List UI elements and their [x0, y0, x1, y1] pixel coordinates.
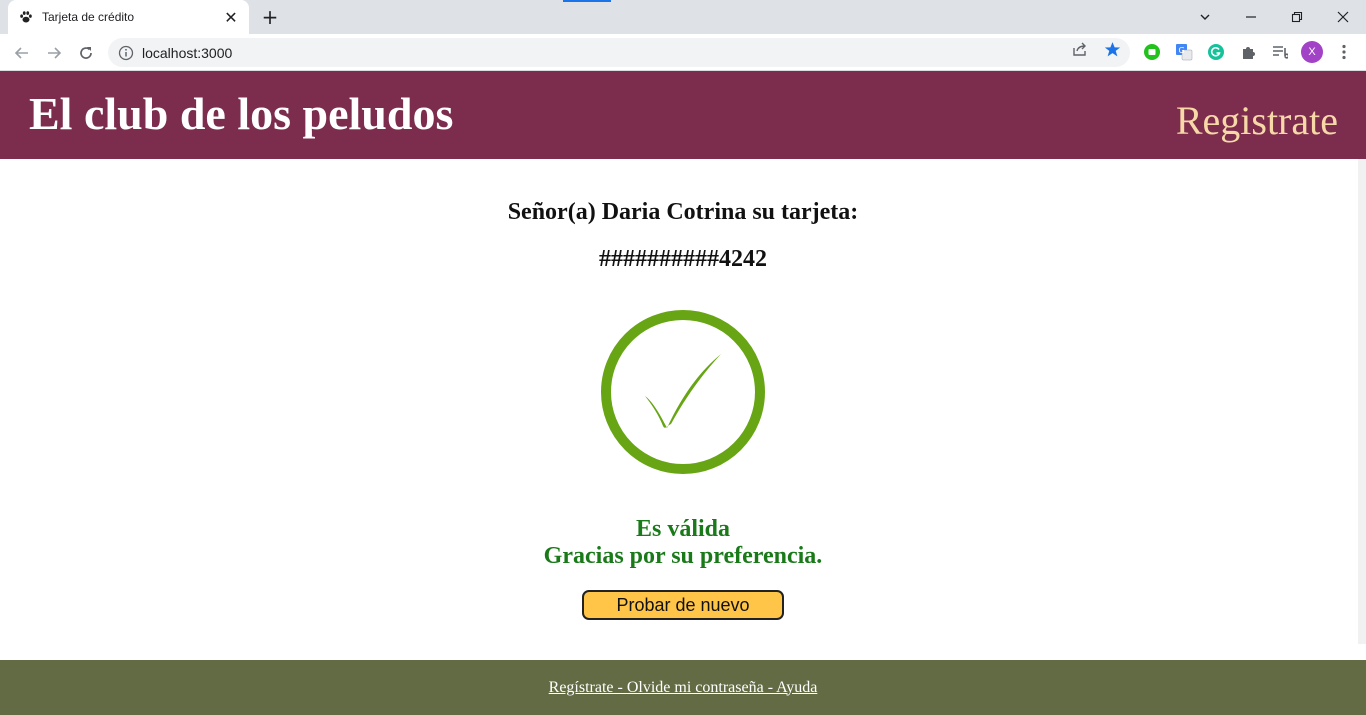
back-icon[interactable]	[8, 39, 36, 67]
browser-tab[interactable]: Tarjeta de crédito ✕	[8, 0, 249, 34]
browser-tabstrip: Tarjeta de crédito ✕ +	[0, 0, 1366, 34]
close-window-button[interactable]	[1320, 0, 1366, 34]
site-info-icon[interactable]	[118, 45, 134, 61]
check-circle-icon	[599, 308, 767, 476]
svg-text:G: G	[1179, 46, 1185, 55]
tab-search-icon[interactable]	[1182, 0, 1228, 34]
site-title: El club de los peludos	[29, 88, 454, 139]
retry-button[interactable]: Probar de nuevo	[582, 590, 784, 620]
share-icon[interactable]	[1071, 40, 1089, 58]
extension-green-icon[interactable]	[1142, 42, 1162, 62]
tab-indicator	[563, 0, 611, 2]
cardholder-greeting: Señor(a) Daria Cotrina su tarjeta:	[507, 199, 859, 225]
menu-kebab-icon[interactable]	[1334, 42, 1354, 62]
paw-icon	[18, 9, 34, 25]
reading-list-icon[interactable]	[1270, 42, 1290, 62]
reload-icon[interactable]	[72, 39, 100, 67]
grammarly-icon[interactable]	[1206, 42, 1226, 62]
register-link[interactable]: Registrate	[1176, 97, 1338, 144]
address-bar[interactable]: localhost:3000	[108, 38, 1130, 67]
browser-toolbar: localhost:3000 G X	[0, 34, 1366, 71]
minimize-button[interactable]	[1228, 0, 1274, 34]
valid-text: Es válida	[635, 516, 731, 542]
translate-icon[interactable]: G	[1174, 42, 1194, 62]
masked-card-number: ##########4242	[599, 246, 767, 272]
validation-message: Es válida Gracias por su preferencia.	[0, 516, 1366, 570]
bookmark-star-icon[interactable]	[1103, 40, 1121, 58]
forward-icon[interactable]	[40, 39, 68, 67]
page-scrollbar[interactable]	[1358, 159, 1366, 644]
site-header: El club de los peludos Registrate	[0, 71, 1366, 159]
thanks-text: Gracias por su preferencia.	[543, 543, 823, 569]
url-text: localhost:3000	[142, 44, 233, 61]
restore-button[interactable]	[1274, 0, 1320, 34]
new-tab-button[interactable]: +	[258, 5, 282, 29]
site-footer: Regístrate - Olvide mi contraseña - Ayud…	[0, 660, 1366, 715]
puzzle-icon[interactable]	[1238, 42, 1258, 62]
page-content: El club de los peludos Registrate Señor(…	[0, 71, 1366, 715]
close-tab-icon[interactable]: ✕	[223, 8, 239, 27]
profile-initial: X	[1308, 46, 1316, 58]
profile-avatar[interactable]: X	[1301, 41, 1323, 63]
footer-links[interactable]: Regístrate - Olvide mi contraseña - Ayud…	[549, 679, 818, 697]
tab-title: Tarjeta de crédito	[42, 10, 135, 24]
